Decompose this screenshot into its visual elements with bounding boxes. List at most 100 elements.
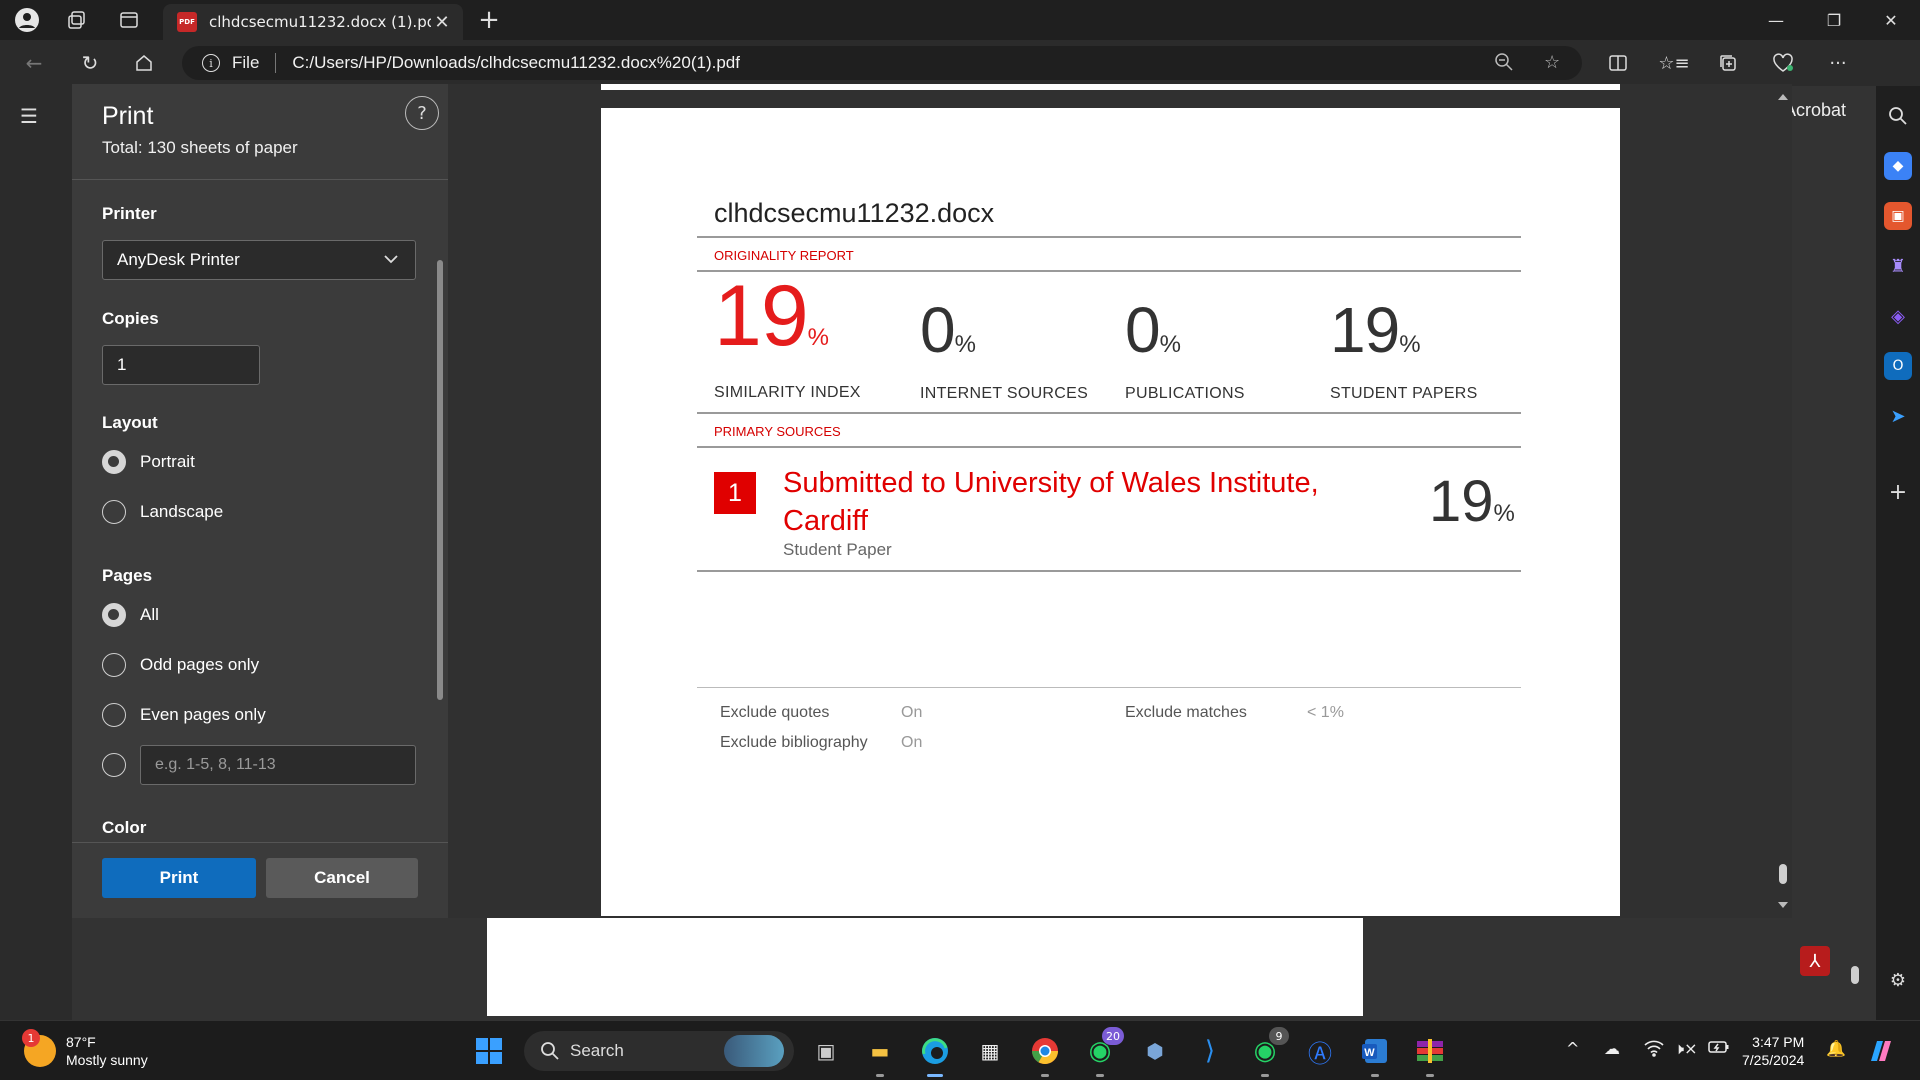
tab-close-icon[interactable]: ✕ [431, 12, 453, 33]
radio-unselected[interactable] [102, 500, 126, 524]
back-icon[interactable]: ← [18, 48, 50, 78]
sidebar-settings-icon[interactable]: ⚙ [1884, 966, 1912, 994]
search-icon[interactable] [1884, 102, 1912, 130]
cancel-button[interactable]: Cancel [266, 858, 418, 898]
help-icon[interactable]: ? [405, 96, 439, 130]
chrome-icon[interactable] [1027, 1033, 1063, 1077]
browser-essentials-icon[interactable] [1767, 48, 1799, 78]
page-range-input[interactable]: e.g. 1-5, 8, 11-13 [140, 745, 416, 785]
outlook-icon[interactable]: O [1884, 352, 1912, 380]
pages-option-odd[interactable]: Odd pages only [102, 653, 259, 677]
weather-description: Mostly sunny [66, 1052, 148, 1068]
edge-browser-icon[interactable] [917, 1033, 953, 1077]
wifi-icon[interactable] [1644, 1039, 1664, 1061]
stat-similarity-index: 19% SIMILARITY INDEX [714, 273, 861, 402]
weather-sun-icon: 1 [22, 1029, 56, 1067]
start-icon[interactable] [471, 1033, 507, 1069]
close-window-icon[interactable]: ✕ [1868, 6, 1914, 34]
preview-scroll-thumb[interactable] [1779, 864, 1787, 884]
exclude-quotes-label: Exclude quotes [720, 704, 830, 721]
microsoft-365-icon[interactable]: ◈ [1884, 302, 1912, 330]
winrar-icon[interactable] [1412, 1033, 1448, 1077]
pages-option-even[interactable]: Even pages only [102, 703, 266, 727]
favorites-icon[interactable]: ☆≡ [1658, 48, 1690, 78]
home-icon[interactable] [128, 48, 160, 78]
stat-caption: STUDENT PAPERS [1330, 385, 1478, 402]
vertical-tabs-icon[interactable] [114, 6, 144, 34]
taskbar: 1 87°F Mostly sunny Search ▣ ▬ ▦ ◉ 20 ⬢ ⟩… [0, 1020, 1920, 1080]
pdf-scrollbar[interactable] [1848, 140, 1864, 1010]
layout-option-portrait[interactable]: Portrait [102, 450, 195, 474]
radio-label: Portrait [140, 452, 195, 471]
radio-unselected[interactable] [102, 703, 126, 727]
date: 7/25/2024 [1742, 1052, 1805, 1068]
copilot-taskbar-icon[interactable] [1862, 1033, 1898, 1069]
adobe-acrobat-icon[interactable]: ⅄ [1800, 946, 1830, 976]
shopping-tag-icon[interactable]: ◆ [1884, 152, 1912, 180]
file-explorer-icon[interactable]: ▬ [862, 1033, 898, 1077]
vscode-icon[interactable]: ⟩ [1192, 1033, 1228, 1069]
games-icon[interactable]: ♜ [1884, 252, 1912, 280]
search-label: Search [570, 1041, 624, 1060]
pdf-scroll-thumb[interactable] [1851, 966, 1859, 984]
tools-briefcase-icon[interactable]: ▣ [1884, 202, 1912, 230]
split-screen-icon[interactable] [1602, 48, 1634, 78]
source-percentage: 19% [1429, 469, 1515, 534]
edge-sidebar: ◆ ▣ ♜ ◈ O ➤ + ⚙ [1876, 86, 1920, 1020]
acrobat-label[interactable]: Acrobat [1784, 100, 1846, 121]
color-label: Color [102, 818, 147, 837]
whatsapp-icon[interactable]: ◉ 20 [1082, 1027, 1124, 1077]
clock[interactable]: 3:47 PM 7/25/2024 [1742, 1033, 1804, 1069]
new-tab-icon[interactable]: + [474, 6, 504, 34]
send-icon[interactable]: ➤ [1884, 402, 1912, 430]
running-indicator [876, 1074, 884, 1077]
chevron-up-icon[interactable]: ^ [1566, 1039, 1579, 1058]
preview-scrollbar[interactable] [1776, 92, 1790, 910]
active-indicator [927, 1074, 943, 1077]
time: 3:47 PM [1752, 1034, 1805, 1050]
restore-icon[interactable]: ❐ [1811, 6, 1857, 34]
app-a-icon[interactable]: Ⓐ [1302, 1033, 1338, 1069]
battery-icon[interactable] [1708, 1039, 1730, 1059]
address-url[interactable]: C:/Users/HP/Downloads/clhdcsecmu11232.do… [292, 53, 740, 73]
minimize-icon[interactable]: — [1753, 6, 1799, 34]
table-of-contents-icon[interactable]: ☰ [20, 104, 38, 128]
add-sidebar-app-icon[interactable]: + [1884, 478, 1912, 506]
layout-option-landscape[interactable]: Landscape [102, 500, 223, 524]
taskbar-search[interactable]: Search [524, 1031, 794, 1071]
collections-icon[interactable] [1712, 48, 1744, 78]
pages-option-custom[interactable] [102, 753, 140, 777]
whatsapp-business-icon[interactable]: ◉ 9 [1247, 1027, 1289, 1077]
favorite-star-icon[interactable]: ☆ [1544, 52, 1560, 73]
microsoft-store-icon[interactable]: ▦ [972, 1033, 1008, 1069]
radio-selected[interactable] [102, 450, 126, 474]
dialog-scrollbar[interactable] [437, 180, 445, 704]
printer-select[interactable]: AnyDesk Printer [102, 240, 416, 280]
word-icon[interactable]: W [1357, 1033, 1393, 1077]
pages-option-all[interactable]: All [102, 603, 159, 627]
print-dialog-title: Print [102, 102, 154, 130]
copies-input[interactable]: 1 [102, 345, 260, 385]
zoom-out-icon[interactable] [1494, 52, 1514, 77]
tab-active[interactable]: PDF clhdcsecmu11232.docx (1).pdf ✕ [163, 4, 463, 40]
notification-bell-icon[interactable]: 🔔 [1826, 1039, 1846, 1058]
workspaces-icon[interactable] [62, 6, 92, 34]
refresh-icon[interactable]: ↻ [74, 48, 106, 78]
dialog-scroll-thumb[interactable] [437, 260, 443, 700]
radio-selected[interactable] [102, 603, 126, 627]
divider [697, 570, 1521, 572]
task-view-icon[interactable]: ▣ [808, 1033, 844, 1069]
profile-icon[interactable] [12, 6, 42, 34]
onedrive-icon[interactable]: ☁ [1604, 1039, 1620, 1058]
weather-widget[interactable]: 1 87°F Mostly sunny [22, 1029, 148, 1069]
pdf-file-icon: PDF [177, 12, 197, 32]
site-info-icon[interactable]: i [202, 54, 220, 72]
print-button[interactable]: Print [102, 858, 256, 898]
volume-muted-icon[interactable]: 🕨× [1674, 1039, 1698, 1059]
radio-unselected[interactable] [102, 753, 126, 777]
more-options-icon[interactable]: ··· [1822, 48, 1854, 78]
virtualbox-icon[interactable]: ⬢ [1137, 1033, 1173, 1069]
address-bar[interactable]: i File C:/Users/HP/Downloads/clhdcsecmu1… [182, 46, 1582, 80]
radio-unselected[interactable] [102, 653, 126, 677]
weather-alert-badge: 1 [22, 1029, 40, 1047]
